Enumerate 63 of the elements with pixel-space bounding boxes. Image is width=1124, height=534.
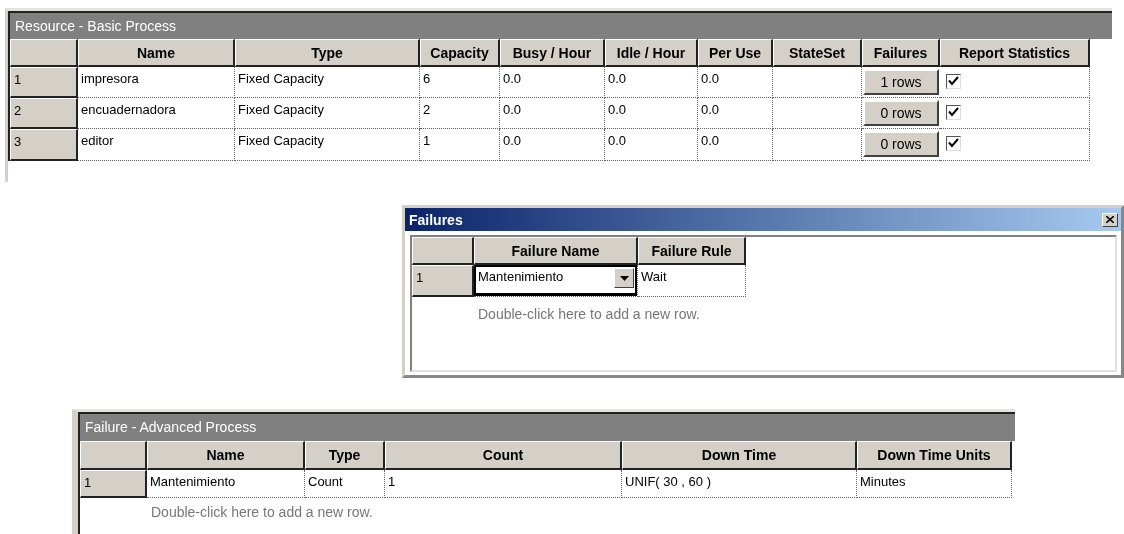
table-cell: Fixed Capacity (235, 67, 420, 98)
close-button[interactable] (1102, 212, 1118, 227)
header-corner (80, 441, 147, 470)
column-header: Failures (862, 39, 940, 67)
table-cell: UNIF( 30 , 60 ) (622, 470, 857, 498)
table-cell: 0.0 (698, 98, 773, 129)
table-cell: impresora (78, 67, 235, 98)
rows-button[interactable]: 0 rows (863, 131, 939, 157)
header-corner (10, 39, 78, 67)
column-header: Name (147, 441, 305, 470)
column-header: Failure Rule (638, 237, 746, 265)
table-cell: Wait (638, 265, 746, 297)
column-header: Down Time (622, 441, 857, 470)
checkbox[interactable] (946, 74, 961, 89)
panel-title: Resource - Basic Process (8, 11, 1112, 39)
row-number: 1 (412, 265, 474, 297)
row-number: 1 (80, 470, 147, 498)
checkbox[interactable] (946, 136, 961, 151)
rows-button[interactable]: 1 rows (863, 69, 939, 95)
column-header: Name (78, 39, 235, 67)
table-cell: 1 (385, 470, 622, 498)
table-cell: 0.0 (605, 129, 698, 161)
dialog-title: Failures (409, 211, 463, 228)
table-cell: 0.0 (605, 98, 698, 129)
column-header: Report Statistics (940, 39, 1090, 67)
column-header: Capacity (420, 39, 500, 67)
row-number: 2 (10, 98, 78, 129)
table-cell: 1 (420, 129, 500, 161)
row-number: 3 (10, 129, 78, 161)
column-header: Count (385, 441, 622, 470)
column-header: Per Use (698, 39, 773, 67)
rows-button[interactable]: 0 rows (863, 100, 939, 126)
table-cell: Count (305, 470, 385, 498)
table-cell: editor (78, 129, 235, 161)
column-header: Type (235, 39, 420, 67)
table-cell: 2 (420, 98, 500, 129)
dropdown-field[interactable]: Mantenimiento (474, 265, 637, 296)
close-icon (1106, 216, 1114, 223)
table-cell: Fixed Capacity (235, 129, 420, 161)
column-header: StateSet (773, 39, 862, 67)
column-header: Type (305, 441, 385, 470)
table-cell: Minutes (857, 470, 1012, 498)
column-header: Busy / Hour (500, 39, 605, 67)
table-cell: 6 (420, 67, 500, 98)
table-cell: 0.0 (500, 98, 605, 129)
row-number: 1 (10, 67, 78, 98)
table-cell: 0.0 (500, 129, 605, 161)
column-header: Failure Name (474, 237, 638, 265)
table-cell: 0.0 (605, 67, 698, 98)
table-cell: Mantenimiento (147, 470, 305, 498)
table-cell: encuadernadora (78, 98, 235, 129)
checkbox[interactable] (946, 105, 961, 120)
caret-icon (619, 275, 629, 281)
table-cell: 0.0 (698, 129, 773, 161)
table-cell: 0.0 (500, 67, 605, 98)
header-corner (412, 237, 474, 265)
table-cell: 0.0 (698, 67, 773, 98)
add-row-hint[interactable]: Double-click here to add a new row. (412, 297, 1115, 322)
panel-title: Failure - Advanced Process (78, 412, 1015, 441)
column-header: Idle / Hour (605, 39, 698, 67)
add-row-hint[interactable]: Double-click here to add a new row. (80, 498, 1015, 520)
table-cell: Fixed Capacity (235, 98, 420, 129)
column-header: Down Time Units (857, 441, 1012, 470)
